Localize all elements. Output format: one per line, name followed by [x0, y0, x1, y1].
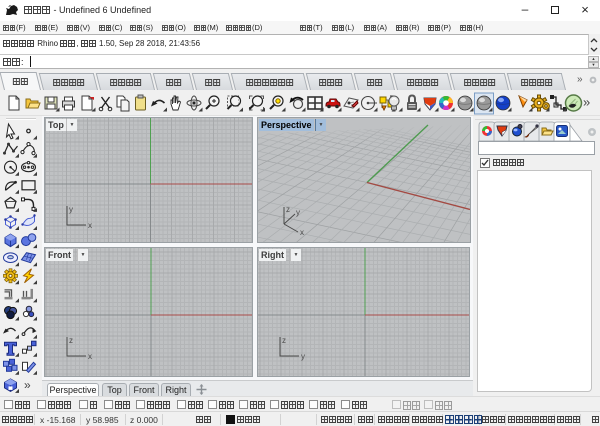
svg-text:z: z [282, 336, 286, 345]
svg-text:»: » [583, 95, 590, 110]
svg-text:y: y [301, 352, 305, 361]
svg-text:x: x [300, 228, 304, 237]
svg-text:z: z [286, 205, 290, 214]
svg-text:»: » [24, 378, 31, 392]
svg-text:x: x [88, 352, 92, 361]
svg-text:y: y [69, 205, 73, 214]
svg-text:x: x [88, 221, 92, 230]
svg-text:z: z [69, 336, 73, 345]
svg-text:y: y [296, 208, 300, 217]
